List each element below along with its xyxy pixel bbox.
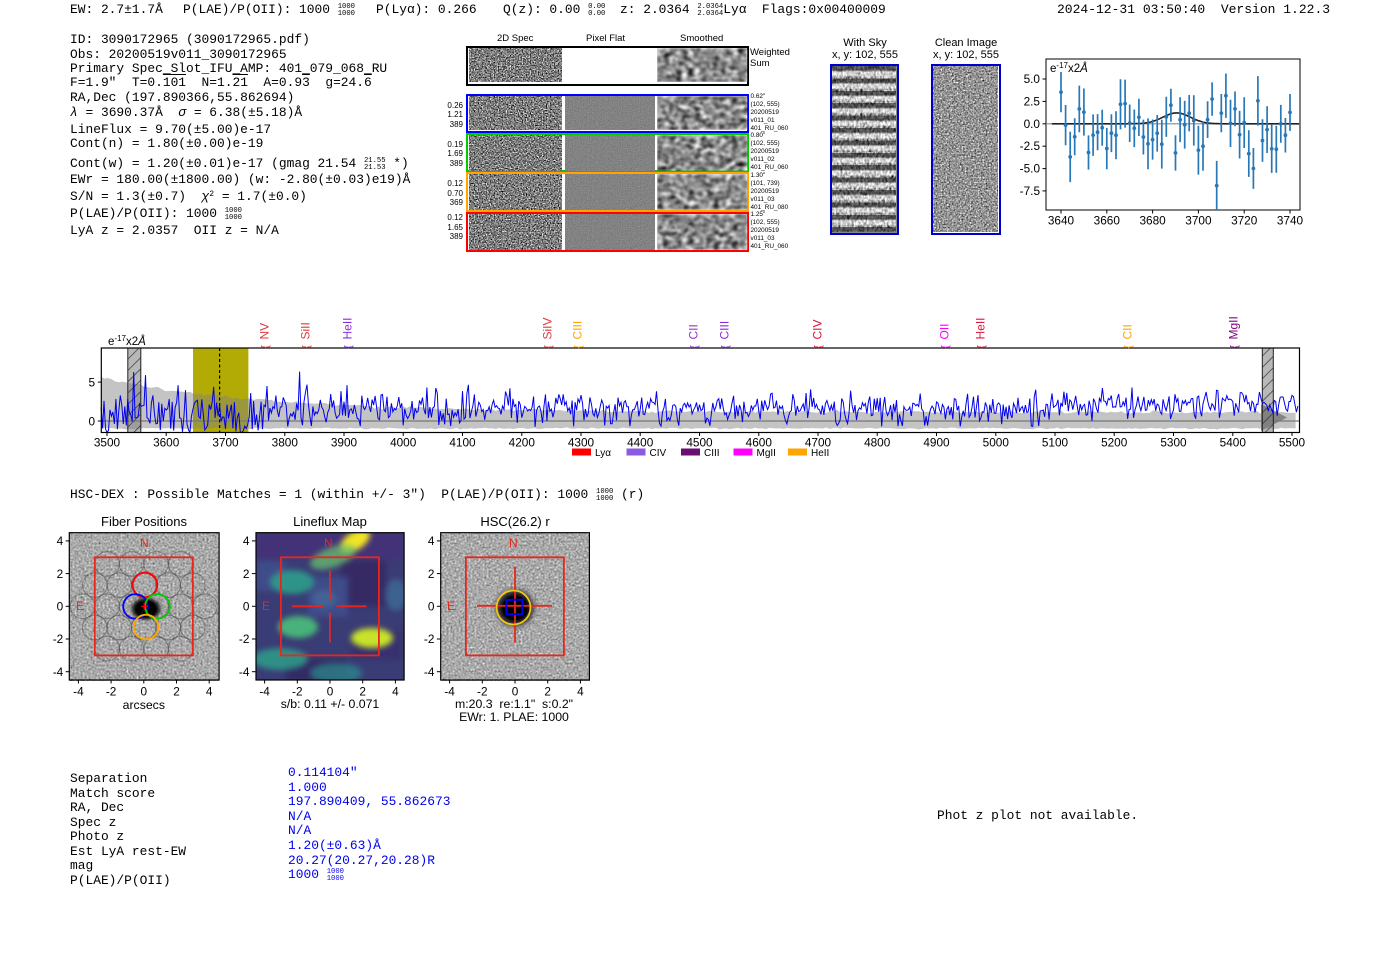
svg-text:0: 0 [141,685,148,699]
svg-text:-2: -2 [424,632,435,646]
svg-text:-2: -2 [106,685,117,699]
svg-text:m:20.3 re:1.1" s:0.2": m:20.3 re:1.1" s:0.2" [455,697,573,711]
svg-text:E: E [76,599,84,613]
svg-text:4: 4 [206,685,213,699]
svg-text:4: 4 [243,534,250,548]
svg-text:-2: -2 [53,632,64,646]
svg-text:-4: -4 [444,685,455,699]
svg-text:EWr: 1. PLAE: 1000: EWr: 1. PLAE: 1000 [459,710,569,724]
svg-text:N: N [140,536,149,550]
svg-text:arcsecs: arcsecs [123,698,165,712]
svg-text:2: 2 [243,567,250,581]
svg-text:-4: -4 [259,685,270,699]
svg-text:0: 0 [243,600,250,614]
svg-text:s/b: 0.11 +/- 0.071: s/b: 0.11 +/- 0.071 [281,697,380,711]
svg-text:-2: -2 [239,632,250,646]
svg-text:-4: -4 [73,685,84,699]
svg-text:2: 2 [428,567,435,581]
svg-text:N: N [509,536,518,550]
svg-text:0: 0 [428,600,435,614]
svg-text:E: E [262,599,270,613]
svg-text:4: 4 [577,685,584,699]
svg-text:E: E [447,599,455,613]
svg-text:4: 4 [392,685,399,699]
svg-text:-4: -4 [53,665,64,679]
svg-text:-4: -4 [239,665,250,679]
svg-text:N: N [324,536,333,550]
svg-text:2: 2 [57,567,64,581]
svg-text:4: 4 [428,534,435,548]
svg-text:-4: -4 [424,665,435,679]
svg-text:4: 4 [57,534,64,548]
svg-text:2: 2 [173,685,180,699]
svg-text:0: 0 [57,600,64,614]
